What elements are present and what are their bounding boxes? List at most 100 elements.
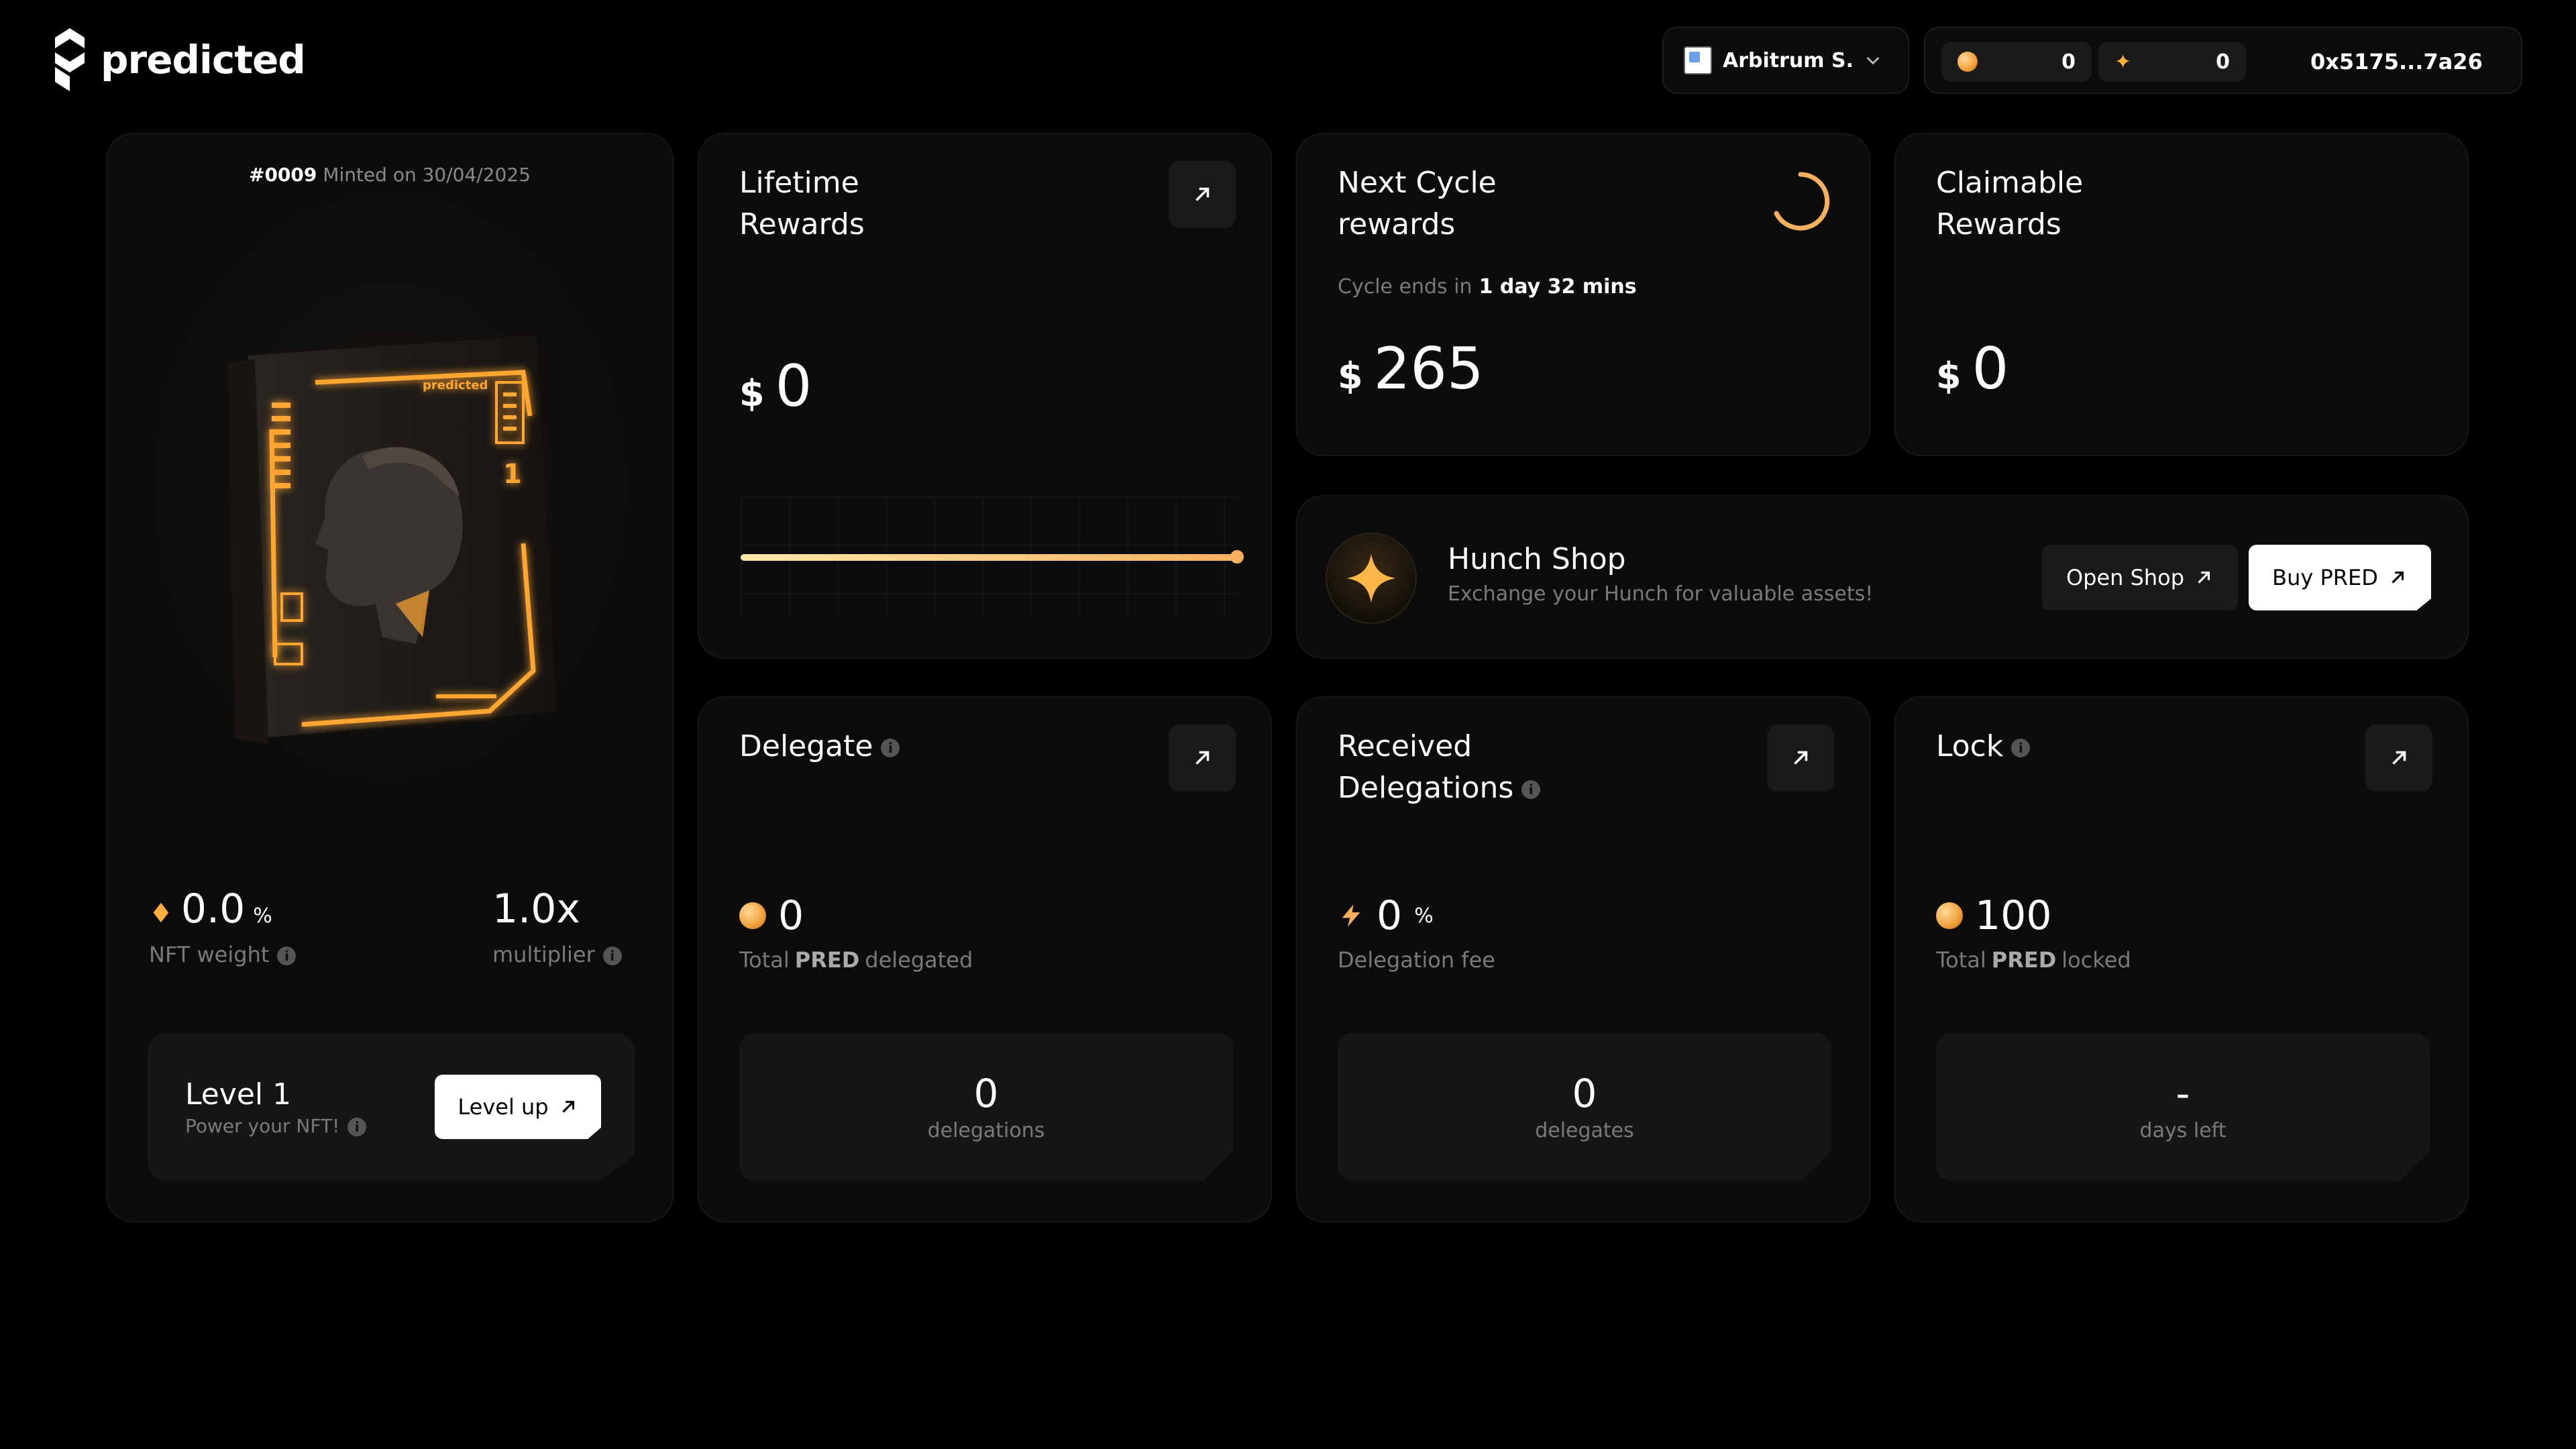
buy-pred-button[interactable]: Buy PRED [2249,545,2431,610]
delegations-count: 0 [973,1070,999,1116]
title-line-1: Next Cycle [1338,166,1497,200]
arrow-up-right-icon [1195,751,1210,765]
title-line-1: Received [1338,729,1472,763]
info-icon[interactable]: i [347,1118,367,1136]
open-shop-button[interactable]: Open Shop [2042,545,2238,610]
delegated-value: 0 [778,892,804,939]
lifetime-rewards-amount: $ 0 [739,353,812,420]
hunch-star-icon: ✦ [2114,50,2132,74]
delegate-title: Delegate [739,729,873,763]
level-subtitle-row: Power your NFT! i [185,1115,367,1137]
pred-balance-value: 0 [2061,50,2076,74]
lock-title: Lock [1936,729,2004,763]
weight-flame-icon: ♦ [149,898,173,929]
svg-text:predicted: predicted [423,378,488,392]
svg-text:1: 1 [503,459,522,490]
next-cycle-card: Next Cycle rewards Cycle ends in 1 day 32… [1296,133,1870,456]
pred-coin-icon [739,902,766,929]
delegated-label: Total PRED delegated [739,947,973,973]
hunch-shop-card: Hunch Shop Exchange your Hunch for valua… [1296,495,2469,659]
network-selector[interactable]: Arbitrum S. [1662,27,1909,94]
cycle-ends-row: Cycle ends in 1 day 32 mins [1338,275,1637,299]
nft-weight-label-row: NFT weight i [149,942,297,967]
brand-logo[interactable]: predicted [52,25,306,94]
pred-coin-icon [1957,52,1978,72]
claimable-amount: $ 0 [1936,335,2008,402]
delegates-count: 0 [1572,1070,1597,1116]
level-up-button[interactable]: Level up [435,1075,601,1139]
level-subtitle: Power your NFT! [185,1115,340,1137]
nft-multiplier: 1.0x [492,885,580,932]
lock-card: Lock i 100 Total PRED locked - days left [1894,696,2469,1222]
cycle-ends-value: 1 day 32 mins [1479,275,1637,299]
cycle-ends-label: Cycle ends in [1338,275,1472,299]
lifetime-rewards-card: Lifetime Rewards $ 0 [698,133,1272,659]
chevron-down-icon [1867,57,1879,65]
next-cycle-title: Next Cycle rewards [1338,162,1497,246]
label-token: PRED [1991,947,2057,973]
level-panel: Level 1 Power your NFT! i Level up [148,1033,635,1181]
delegates-label: delegates [1535,1118,1634,1142]
delegations-label: delegations [927,1118,1045,1142]
open-shop-label: Open Shop [2065,565,2185,590]
info-icon[interactable]: i [602,947,622,965]
locked-amount: 100 [1936,892,2052,939]
pred-coin-icon [1936,902,1963,929]
lock-title-row: Lock i [1936,726,2031,767]
currency-symbol: $ [739,372,765,415]
received-delegations-card: Received Delegations i 0 % Delegation fee… [1296,696,1870,1222]
received-delegations-title: Received Delegations i [1338,726,1541,809]
info-icon[interactable]: i [277,947,297,965]
hunch-balance[interactable]: ✦ 0 [2098,42,2246,82]
nft-artwork-image[interactable]: 1 predicted [208,228,584,832]
delegate-card: Delegate i 0 Total PRED delegated 0 delegat… [698,696,1272,1222]
received-open-button[interactable] [1767,724,1834,792]
nft-weight: ♦ 0.0 % [149,885,272,932]
delegation-fee-unit: % [1414,904,1434,928]
label-token: PRED [794,947,860,973]
next-cycle-amount: $ 265 [1338,335,1484,402]
claimable-rewards-card: Claimable Rewards $ 0 [1894,133,2469,456]
lock-open-button[interactable] [2365,724,2432,792]
wallet-address[interactable]: 0x5175...7a26 [2310,28,2483,95]
lifetime-rewards-title: Lifetime Rewards [739,162,865,246]
nft-weight-unit: % [253,904,272,928]
arrow-up-right-icon [2198,571,2210,584]
lifetime-progress-handle [1230,550,1244,564]
nft-minted-date: Minted on 30/04/2025 [323,164,531,186]
arrow-up-right-icon [562,1100,574,1113]
info-icon[interactable]: i [881,739,900,757]
delegated-amount: 0 [739,892,804,939]
delegates-box: 0 delegates [1338,1033,1831,1181]
info-icon[interactable]: i [2011,739,2031,757]
title-line-1: Lifetime [739,166,859,200]
label-pre: Total [1936,947,1986,973]
days-left-box: - days left [1936,1033,2430,1181]
locked-label: Total PRED locked [1936,947,2131,973]
locked-value: 100 [1975,892,2052,939]
nft-weight-value: 0.0 [180,885,246,932]
hunch-shop-title: Hunch Shop [1448,542,1626,576]
level-title: Level 1 [185,1077,292,1112]
title-line-2: Rewards [739,207,865,241]
delegation-fee: 0 % [1338,892,1434,939]
buy-pred-label: Buy PRED [2272,565,2378,590]
lifetime-open-button[interactable] [1169,161,1236,228]
info-icon[interactable]: i [1521,780,1541,799]
nft-id: #0009 [248,164,317,186]
title-line-2: Rewards [1936,207,2061,241]
arbitrum-logo-icon [1684,46,1712,74]
nft-weight-label: NFT weight [149,942,270,967]
currency-symbol: $ [1338,355,1363,397]
hunch-balance-value: 0 [2216,50,2230,74]
pred-balance[interactable]: 0 [1941,42,2092,82]
nft-multiplier-label: multiplier [492,942,595,967]
arrow-up-right-icon [2392,571,2404,584]
nft-multiplier-label-row: multiplier i [492,942,622,967]
title-line-1: Claimable [1936,166,2084,200]
hunch-shop-subtitle: Exchange your Hunch for valuable assets! [1448,582,1874,606]
delegate-open-button[interactable] [1169,724,1236,792]
nft-showcase: #0009 Minted on 30/04/2025 1 predicted [107,134,672,839]
delegations-box: 0 delegations [739,1033,1233,1181]
label-pre: Total [739,947,790,973]
